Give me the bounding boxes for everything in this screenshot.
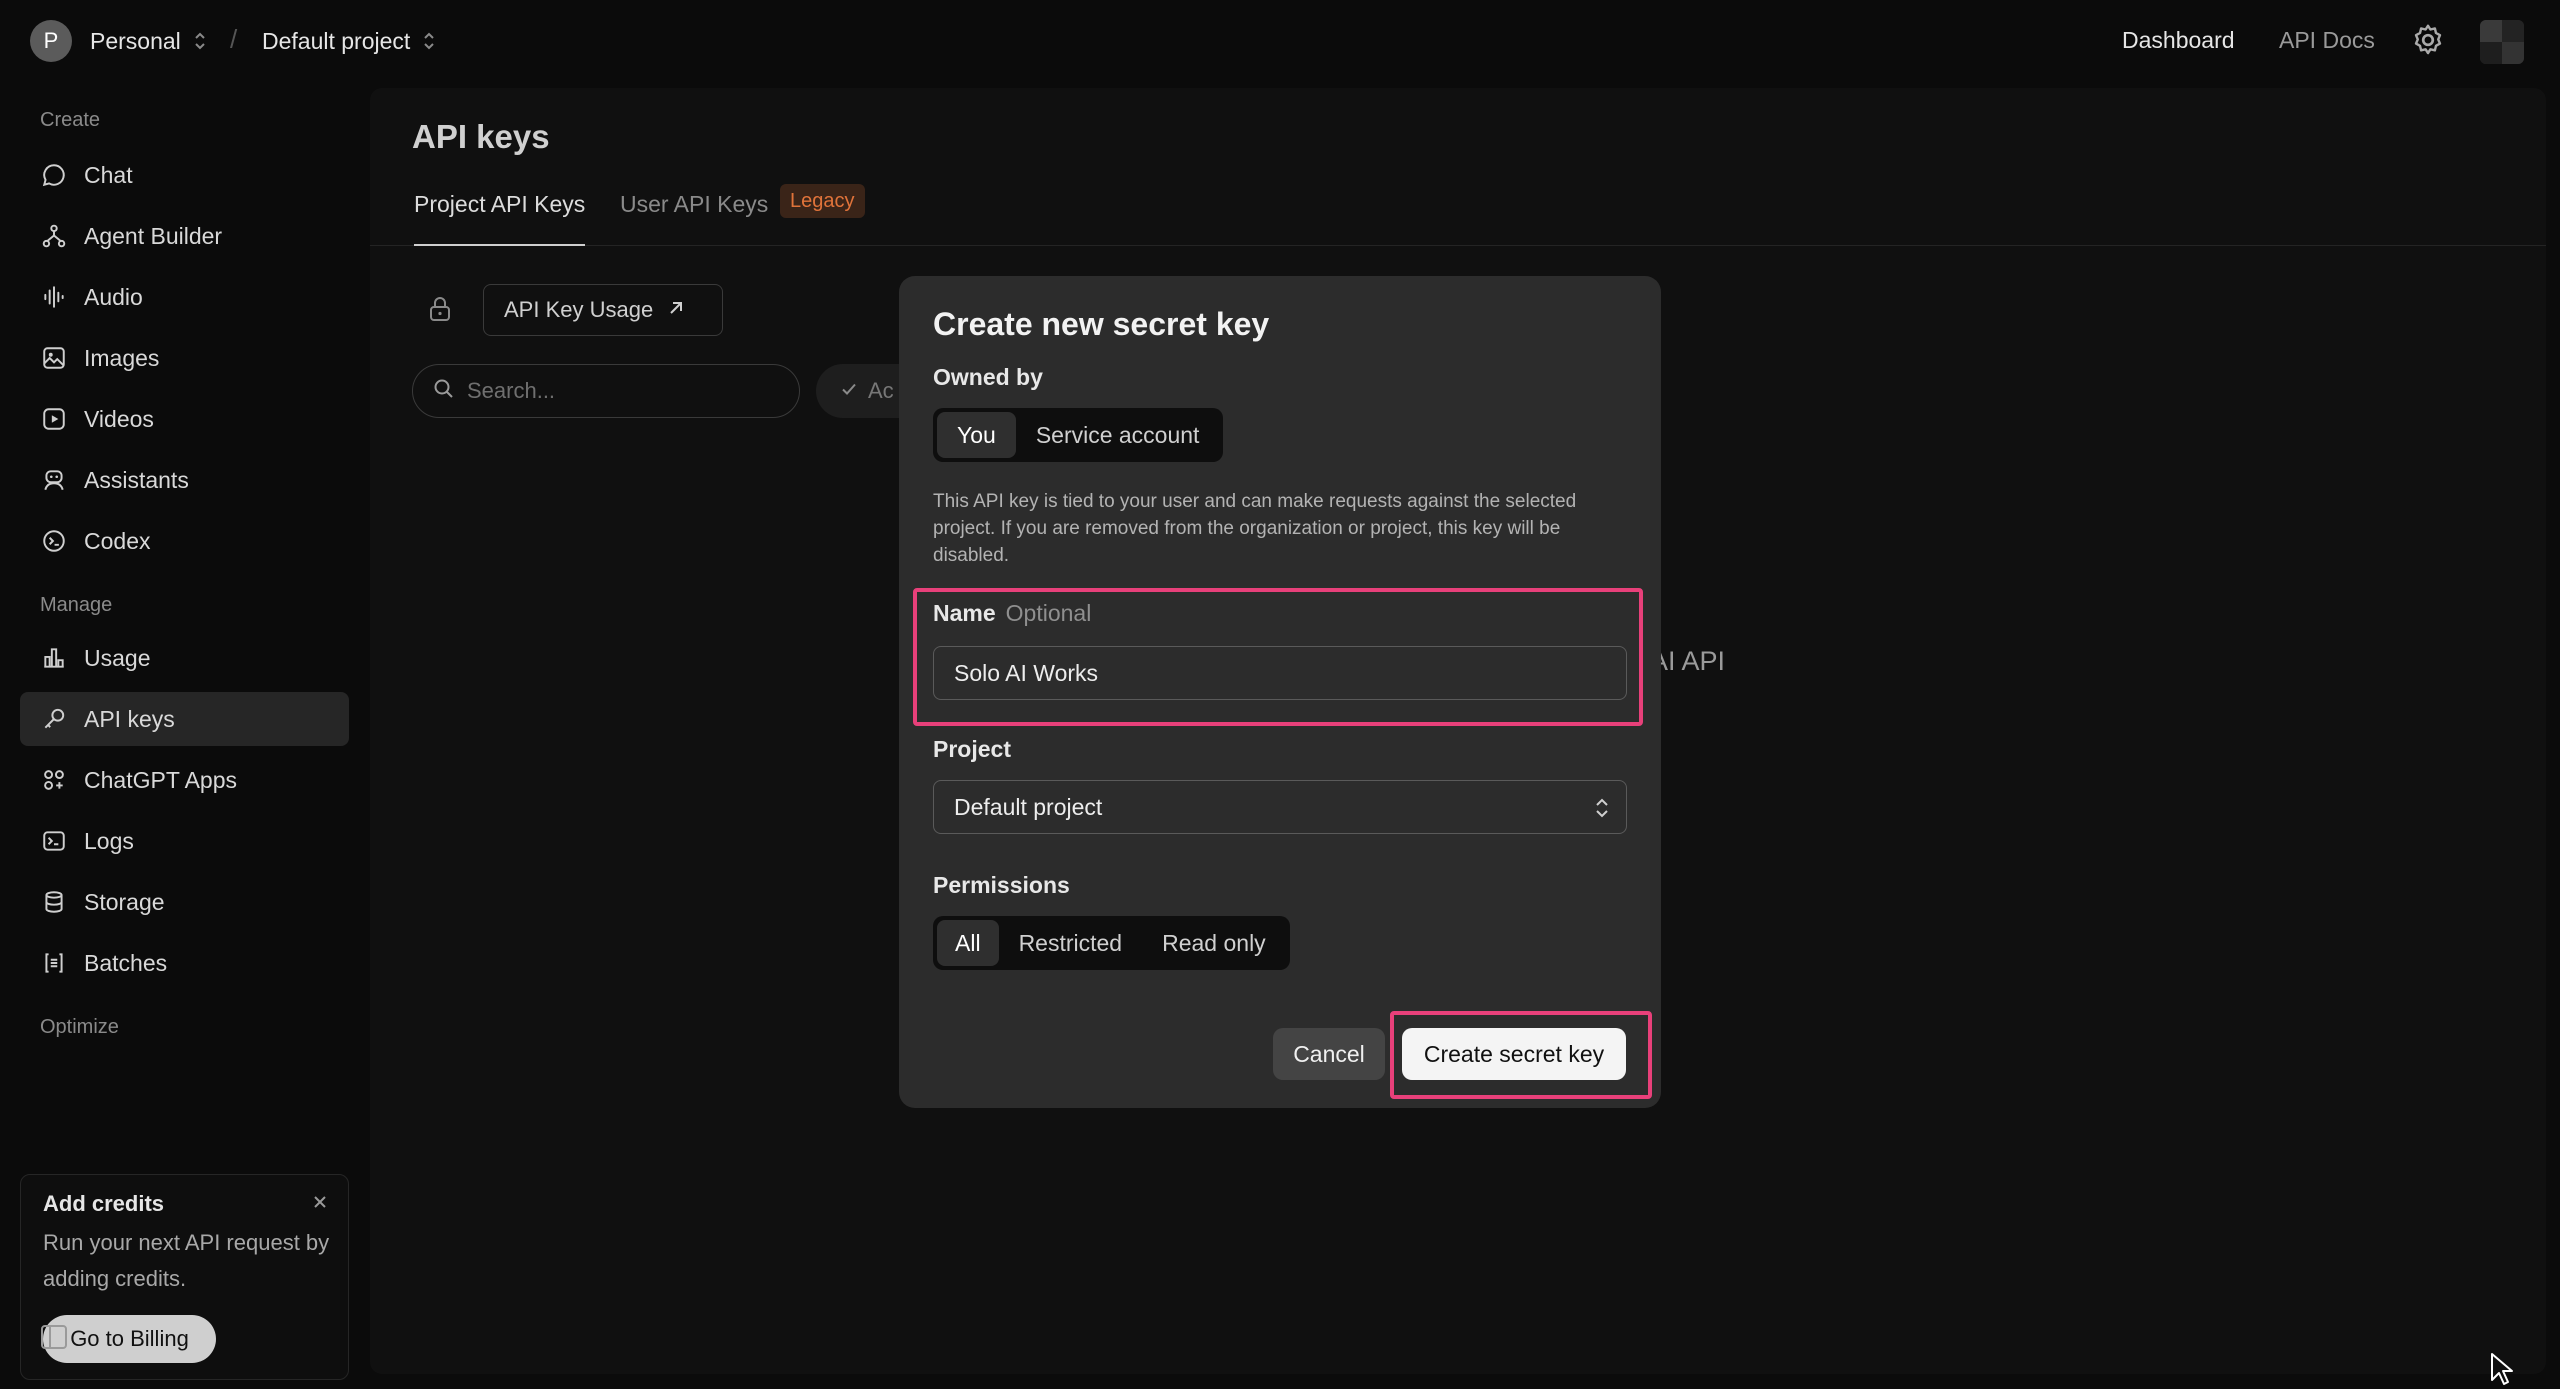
project-switcher[interactable]: Default project (262, 20, 436, 62)
sidebar-item-assistants[interactable]: Assistants (20, 453, 349, 507)
sidebar-section-optimize: Optimize (40, 1016, 119, 1038)
org-switcher[interactable]: P Personal (30, 20, 207, 62)
sidebar: Create Chat Agent Builder Audio Images V… (0, 82, 370, 1389)
sidebar-item-label: Usage (84, 644, 151, 671)
sidebar-item-images[interactable]: Images (20, 331, 349, 385)
user-avatar[interactable] (2480, 20, 2524, 64)
search-input[interactable] (467, 378, 787, 404)
chevron-updown-icon (422, 30, 436, 52)
tab-bar: Project API Keys User API Keys Legacy (370, 184, 2546, 246)
key-icon (40, 705, 68, 733)
permissions-label: Permissions (933, 872, 1070, 898)
sidebar-item-label: Agent Builder (84, 222, 223, 249)
database-icon (40, 888, 68, 916)
sidebar-section-manage: Manage (40, 594, 113, 616)
tab-project-api-keys[interactable]: Project API Keys (414, 188, 586, 246)
legacy-badge: Legacy (780, 184, 865, 218)
sidebar-item-label: Logs (84, 827, 134, 854)
sidebar-item-label: Audio (84, 283, 143, 310)
owned-by-label: Owned by (933, 364, 1043, 390)
nav-api-docs-link[interactable]: API Docs (2279, 27, 2375, 54)
modal-title: Create new secret key (933, 306, 1270, 342)
name-field-highlight (913, 588, 1643, 726)
nav-dashboard-link[interactable]: Dashboard (2122, 27, 2235, 54)
apps-grid-icon (40, 766, 68, 794)
codex-terminal-icon (40, 527, 68, 555)
chevron-updown-icon (1594, 795, 1610, 827)
permissions-read-only-option[interactable]: Read only (1142, 920, 1286, 966)
sidebar-item-chatgpt-apps[interactable]: ChatGPT Apps (20, 753, 349, 807)
sidebar-item-videos[interactable]: Videos (20, 392, 349, 446)
sidebar-item-label: ChatGPT Apps (84, 766, 237, 793)
image-icon (40, 344, 68, 372)
sidebar-item-label: Videos (84, 405, 154, 432)
assistant-robot-icon (40, 466, 68, 494)
permissions-restricted-option[interactable]: Restricted (999, 920, 1143, 966)
top-bar: P Personal / Default project Dashboard A… (0, 0, 2560, 82)
owned-by-you-option[interactable]: You (937, 412, 1016, 458)
owned-by-toggle: You Service account (933, 408, 1224, 462)
settings-gear-icon[interactable] (2410, 22, 2446, 63)
batches-list-icon (40, 949, 68, 977)
page-title: API keys (412, 118, 550, 155)
add-credits-title: Add credits (43, 1191, 165, 1216)
create-secret-key-modal: Create new secret key Owned by You Servi… (899, 276, 1661, 1108)
sidebar-item-usage[interactable]: Usage (20, 631, 349, 685)
sidebar-item-label: API keys (84, 705, 175, 732)
permissions-all-option[interactable]: All (937, 920, 999, 966)
chevron-updown-icon (193, 30, 207, 52)
sidebar-item-api-keys[interactable]: API keys (20, 692, 349, 746)
tab-user-api-keys[interactable]: User API Keys (620, 188, 768, 246)
chat-bubble-icon (40, 161, 68, 189)
project-name: Default project (262, 27, 411, 54)
video-play-icon (40, 405, 68, 433)
sidebar-item-label: Batches (84, 949, 168, 976)
search-box[interactable] (412, 364, 800, 418)
api-key-usage-label: API Key Usage (504, 297, 654, 322)
external-link-arrow-icon (667, 297, 685, 323)
sidebar-item-agent-builder[interactable]: Agent Builder (20, 209, 349, 263)
project-label: Project (933, 736, 1011, 762)
logs-terminal-icon (40, 827, 68, 855)
sidebar-item-codex[interactable]: Codex (20, 514, 349, 568)
agent-builder-icon (40, 222, 68, 250)
sidebar-item-audio[interactable]: Audio (20, 270, 349, 324)
project-select[interactable]: Default project (933, 780, 1627, 834)
audio-waveform-icon (40, 283, 68, 311)
sidebar-item-label: Chat (84, 161, 133, 188)
org-name: Personal (90, 27, 181, 54)
background-empty-state-text: AI API (1650, 646, 1726, 676)
sidebar-section-create: Create (40, 109, 101, 131)
permissions-toggle: All Restricted Read only (933, 916, 1290, 970)
go-to-billing-button[interactable]: Go to Billing (43, 1315, 216, 1363)
sidebar-item-chat[interactable]: Chat (20, 148, 349, 202)
add-credits-text: Run your next API request by adding cred… (43, 1230, 330, 1291)
sidebar-toggle-icon[interactable] (40, 1324, 68, 1355)
org-avatar: P (30, 20, 72, 62)
sidebar-item-storage[interactable]: Storage (20, 875, 349, 929)
sidebar-item-label: Assistants (84, 466, 189, 493)
create-button-highlight (1390, 1011, 1652, 1099)
add-credits-card: Add credits Run your next API request by… (20, 1174, 349, 1380)
sidebar-item-label: Images (84, 344, 160, 371)
mouse-pointer-icon (2490, 1352, 2514, 1389)
filter-chip-label: Ac (868, 378, 894, 403)
project-select-value: Default project (954, 793, 1103, 820)
lock-icon (428, 296, 452, 327)
close-icon[interactable] (311, 1193, 329, 1216)
api-key-usage-button[interactable]: API Key Usage (483, 284, 723, 336)
sidebar-item-logs[interactable]: Logs (20, 814, 349, 868)
owner-description: This API key is tied to your user and ca… (933, 491, 1577, 566)
sidebar-item-label: Storage (84, 888, 165, 915)
bar-chart-icon (40, 644, 68, 672)
cancel-button[interactable]: Cancel (1273, 1028, 1385, 1080)
breadcrumb-separator: / (230, 24, 238, 54)
search-icon (433, 378, 455, 405)
check-icon (840, 378, 858, 404)
owned-by-service-account-option[interactable]: Service account (1016, 412, 1220, 458)
sidebar-item-label: Codex (84, 527, 151, 554)
sidebar-item-batches[interactable]: Batches (20, 936, 349, 990)
